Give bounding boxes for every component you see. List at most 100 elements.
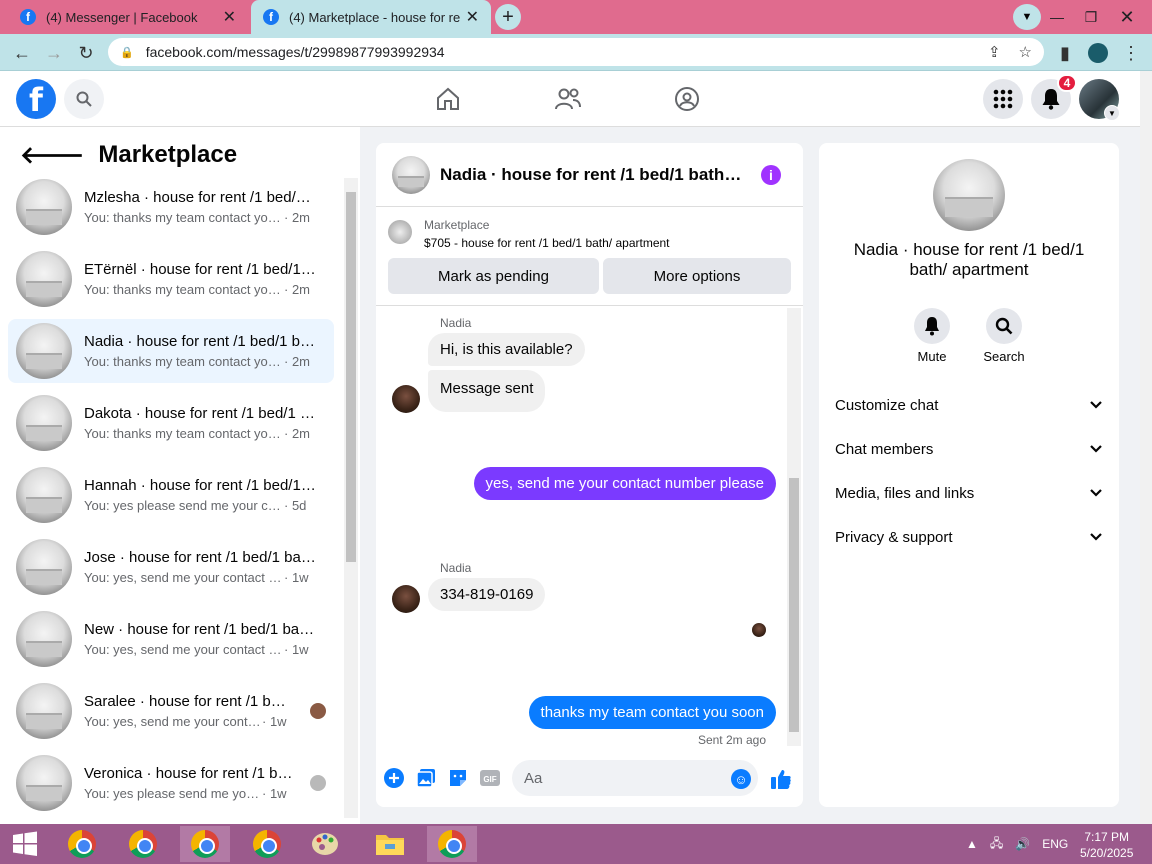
chevron-down-icon[interactable]: ▼ [1104, 105, 1120, 121]
clock-time: 7:17 PM [1084, 830, 1130, 844]
photo-icon[interactable] [416, 768, 436, 788]
conversation-preview: You: thanks my team contact you soon [84, 210, 284, 225]
friends-icon[interactable] [553, 84, 583, 114]
listing-thumbnail [16, 683, 72, 739]
system-tray: ▲ 🖧 🔊 ENG [966, 830, 1068, 858]
chrome-taskbar-icon[interactable] [118, 826, 168, 862]
file-explorer-taskbar-icon[interactable] [365, 826, 415, 862]
home-icon[interactable] [433, 84, 463, 114]
conversation-title: Nadia · house for rent /1 bed/1 bath/ ap… [853, 240, 1085, 279]
chrome-taskbar-icon[interactable] [180, 826, 230, 862]
conversation-preview: You: thanks my team contact you soon [84, 426, 284, 441]
search-icon[interactable] [64, 79, 104, 119]
conversation-item[interactable]: Mzlesha · house for rent /1 bed/1 bath/ … [8, 175, 334, 239]
chevron-down-icon [1089, 529, 1103, 546]
back-icon[interactable]: ← [9, 40, 35, 66]
new-tab-button[interactable]: + [495, 4, 521, 30]
volume-icon[interactable]: 🔊 [1015, 837, 1030, 851]
conversation-time: · 5d [284, 498, 307, 513]
windows-start-icon[interactable] [0, 826, 50, 862]
network-icon[interactable]: 🖧 [990, 834, 1003, 855]
conversation-item[interactable]: Dakota · house for rent /1 bed/1 bath/ a… [8, 391, 334, 455]
outgoing-message[interactable]: yes, send me your contact number please [473, 467, 776, 500]
chrome-taskbar-icon[interactable] [242, 826, 292, 862]
page-scrollbar[interactable] [1140, 71, 1152, 824]
listing-photo [933, 159, 1005, 231]
conversation-item[interactable]: Saralee · house for rent /1 bed/1 bath/ … [8, 679, 334, 743]
conversation-time: · 2m [284, 210, 310, 225]
chat-header: Nadia · house for rent /1 bed/1 bath/ ap… [376, 143, 803, 207]
conversation-item[interactable]: Hannah · house for rent /1 bed/1 bath/ a… [8, 463, 334, 527]
tab-marketplace[interactable]: f (4) Marketplace - house for rent /1 be… [251, 0, 491, 34]
privacy-support-section[interactable]: Privacy & support [835, 517, 1103, 557]
paint-taskbar-icon[interactable] [300, 826, 350, 862]
conversation-item-active[interactable]: Nadia · house for rent /1 bed/1 bath/ ap… [8, 319, 334, 383]
tab-search-icon[interactable]: ▼ [1013, 4, 1041, 30]
section-label: Customize chat [835, 396, 939, 414]
conversation-item[interactable]: Veronica · house for rent /1 bed/1 bath/… [8, 751, 334, 815]
gif-icon[interactable]: GIF [480, 768, 500, 788]
search-label: Search [983, 349, 1025, 364]
profile-icon[interactable] [1085, 40, 1111, 66]
menu-grid-icon[interactable] [983, 79, 1023, 119]
chat-members-section[interactable]: Chat members [835, 429, 1103, 469]
chat-scrollbar-thumb[interactable] [789, 478, 799, 732]
address-bar[interactable]: 🔒 facebook.com/messages/t/29989877993992… [108, 38, 1044, 66]
facebook-logo-icon[interactable]: f [16, 79, 56, 119]
conversation-name: Saralee · house for rent /1 bed/1 bath/ … [84, 693, 294, 710]
conversation-name: Jose · house for rent /1 bed/1 bath/ apa… [84, 549, 316, 566]
plus-icon[interactable] [384, 768, 404, 788]
close-tab-icon[interactable]: ✕ [466, 7, 479, 27]
lock-icon: 🔒 [120, 46, 134, 59]
conversation-item[interactable]: Jose · house for rent /1 bed/1 bath/ apa… [8, 535, 334, 599]
listing-price-title[interactable]: $705 - house for rent /1 bed/1 bath/ apa… [424, 236, 670, 250]
minimize-icon[interactable]: — [1040, 0, 1074, 34]
incoming-message[interactable]: Message sent [428, 370, 546, 412]
conversation-name: New · house for rent /1 bed/1 bath/ apar… [84, 621, 316, 638]
listing-thumbnail [16, 323, 72, 379]
media-files-links-section[interactable]: Media, files and links [835, 473, 1103, 513]
sidebar-scrollbar-thumb[interactable] [346, 192, 356, 562]
listing-thumbnail [16, 467, 72, 523]
more-options-button[interactable]: More options [603, 258, 791, 294]
mark-as-pending-button[interactable]: Mark as pending [388, 258, 599, 294]
thumbs-up-icon[interactable] [770, 768, 792, 790]
window-close-icon[interactable]: ✕ [1110, 0, 1144, 34]
tab-messenger[interactable]: f (4) Messenger | Facebook ✕ [8, 0, 248, 34]
incoming-message[interactable]: 334-819-0169 [428, 578, 546, 611]
conversation-item[interactable]: ETërnël · house for rent /1 bed/1 bath/ … [8, 247, 334, 311]
restore-icon[interactable]: ❐ [1074, 0, 1108, 34]
section-label: Chat members [835, 440, 934, 458]
forward-icon[interactable]: → [41, 40, 67, 66]
share-icon[interactable]: ⇪ [988, 43, 1001, 61]
info-icon[interactable]: i [761, 165, 781, 185]
conversation-name: Veronica · house for rent /1 bed/1 bath/… [84, 765, 294, 782]
chat-title[interactable]: Nadia · house for rent /1 bed/1 bath/ ap… [440, 165, 746, 185]
message-input[interactable]: Aa [512, 760, 758, 796]
browser-menu-icon[interactable]: ⋮ [1118, 40, 1144, 66]
bookmark-star-icon[interactable]: ☆ [1019, 43, 1032, 61]
taskbar-clock[interactable]: 7:17 PM 5/20/2025 [1080, 829, 1133, 861]
tray-overflow-icon[interactable]: ▲ [966, 837, 978, 851]
reload-icon[interactable]: ↻ [73, 40, 99, 66]
chrome-taskbar-icon[interactable] [427, 826, 477, 862]
tab-title: (4) Messenger | Facebook [46, 9, 198, 25]
customize-chat-section[interactable]: Customize chat [835, 385, 1103, 425]
section-label: Media, files and links [835, 484, 975, 502]
mute-bell-icon[interactable] [914, 308, 950, 344]
conversation-preview: You: yes, send me your contact number pl… [84, 570, 284, 585]
groups-icon[interactable] [672, 84, 702, 114]
outgoing-message[interactable]: thanks my team contact you soon [528, 696, 776, 729]
sticker-icon[interactable] [448, 768, 468, 788]
conversation-item[interactable]: New · house for rent /1 bed/1 bath/ apar… [8, 607, 334, 671]
incoming-message[interactable]: Hi, is this available? [428, 333, 585, 366]
chrome-taskbar-icon[interactable] [57, 826, 107, 862]
conversation-time: · 2m [284, 282, 310, 297]
clock-date: 5/20/2025 [1080, 846, 1134, 860]
sidepanel-icon[interactable]: ▮ [1052, 40, 1078, 66]
language-indicator[interactable]: ENG [1042, 837, 1068, 851]
search-in-chat-icon[interactable] [986, 308, 1022, 344]
close-tab-icon[interactable]: ✕ [223, 7, 236, 27]
emoji-icon[interactable]: ☺ [731, 769, 751, 789]
back-arrow-icon[interactable]: 🡐 [20, 140, 84, 170]
